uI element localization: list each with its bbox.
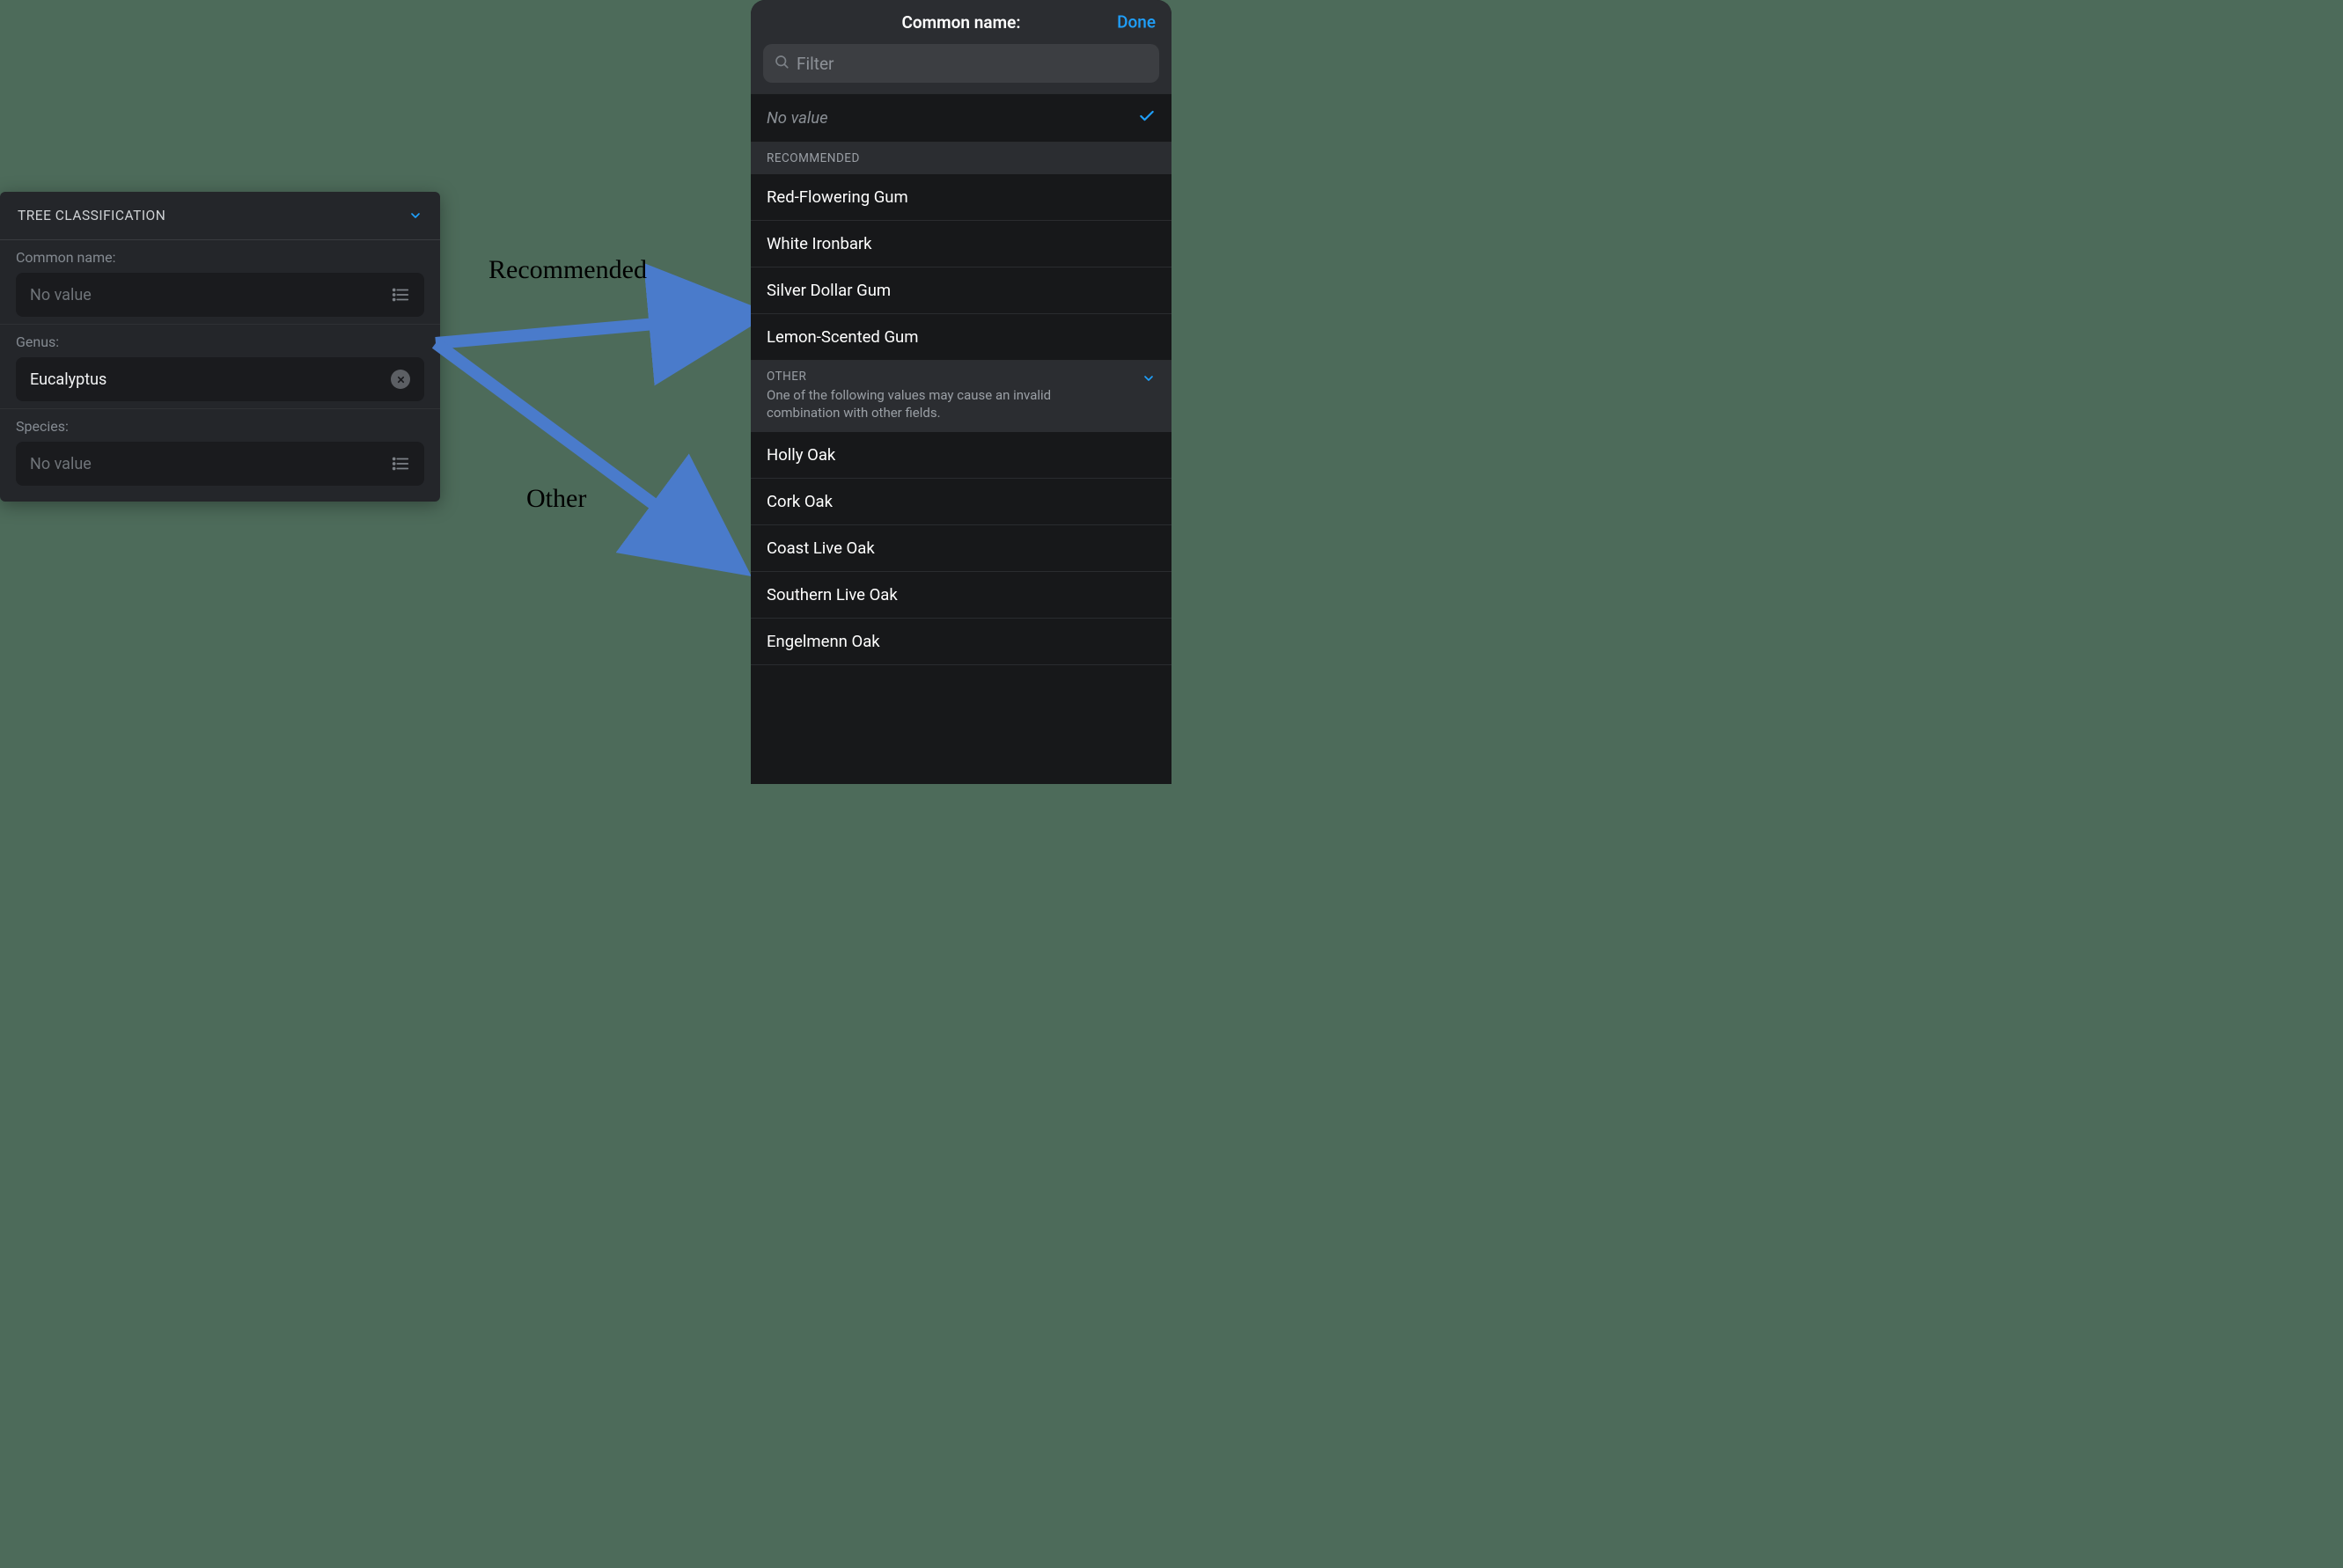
- row-label: Coast Live Oak: [767, 539, 875, 558]
- common-name-input[interactable]: No value: [16, 273, 424, 317]
- row-label: Red-Flowering Gum: [767, 187, 908, 207]
- section-header-title: RECOMMENDED: [767, 151, 860, 165]
- field-value: No value: [30, 455, 92, 473]
- list-item[interactable]: Lemon-Scented Gum: [751, 314, 1172, 361]
- list-item[interactable]: Red-Flowering Gum: [751, 174, 1172, 221]
- annotation-other: Other: [526, 484, 586, 514]
- section-header-title: OTHER: [767, 370, 1083, 384]
- genus-input[interactable]: Eucalyptus: [16, 357, 424, 401]
- tree-classification-panel: TREE CLASSIFICATION Common name: No valu…: [0, 192, 440, 502]
- row-label: Lemon-Scented Gum: [767, 327, 918, 347]
- section-header-sub: One of the following values may cause an…: [767, 387, 1083, 421]
- field-value: No value: [30, 286, 92, 304]
- picker-title: Common name:: [902, 12, 1021, 33]
- field-label: Genus:: [16, 333, 424, 350]
- filter-input[interactable]: Filter: [763, 44, 1159, 83]
- field-common-name: Common name: No value: [0, 240, 440, 325]
- list-item[interactable]: White Ironbark: [751, 221, 1172, 267]
- chevron-down-icon: [1142, 371, 1156, 389]
- chevron-down-icon: [408, 209, 422, 223]
- row-label: No value: [767, 108, 828, 128]
- picker-list: No value RECOMMENDED Red-Flowering Gum W…: [751, 93, 1172, 784]
- annotation-arrows: [422, 246, 757, 581]
- picker-topbar: Common name: Done Filter: [751, 0, 1172, 93]
- field-species: Species: No value: [0, 409, 440, 493]
- list-item[interactable]: Silver Dollar Gum: [751, 267, 1172, 314]
- row-label: Silver Dollar Gum: [767, 281, 891, 300]
- group-title: TREE CLASSIFICATION: [18, 208, 165, 223]
- field-label: Common name:: [16, 249, 424, 266]
- row-label: Holly Oak: [767, 445, 835, 465]
- list-item[interactable]: Engelmenn Oak: [751, 619, 1172, 665]
- field-value: Eucalyptus: [30, 370, 106, 389]
- list-item[interactable]: Cork Oak: [751, 479, 1172, 525]
- row-label: Southern Live Oak: [767, 585, 898, 604]
- section-header-textblock: OTHER One of the following values may ca…: [767, 370, 1083, 421]
- filter-placeholder: Filter: [797, 54, 834, 74]
- section-header-other[interactable]: OTHER One of the following values may ca…: [751, 361, 1172, 432]
- done-button[interactable]: Done: [1117, 12, 1156, 33]
- list-item[interactable]: Holly Oak: [751, 432, 1172, 479]
- row-label: Cork Oak: [767, 492, 833, 511]
- list-item[interactable]: Coast Live Oak: [751, 525, 1172, 572]
- species-input[interactable]: No value: [16, 442, 424, 486]
- picker-header: Common name: Done: [751, 0, 1172, 44]
- search-icon: [774, 54, 790, 73]
- list-icon: [391, 285, 410, 304]
- section-header-recommended: RECOMMENDED: [751, 143, 1172, 174]
- row-label: Engelmenn Oak: [767, 632, 880, 651]
- clear-icon[interactable]: [391, 370, 410, 389]
- list-item[interactable]: Southern Live Oak: [751, 572, 1172, 619]
- no-value-row[interactable]: No value: [751, 93, 1172, 143]
- row-label: White Ironbark: [767, 234, 872, 253]
- annotation-recommended: Recommended: [488, 255, 647, 285]
- value-picker-panel: Common name: Done Filter No value RECOMM…: [751, 0, 1172, 784]
- list-icon: [391, 454, 410, 473]
- field-genus: Genus: Eucalyptus: [0, 325, 440, 409]
- group-header-row[interactable]: TREE CLASSIFICATION: [0, 192, 440, 240]
- check-icon: [1138, 107, 1156, 128]
- field-label: Species:: [16, 418, 424, 435]
